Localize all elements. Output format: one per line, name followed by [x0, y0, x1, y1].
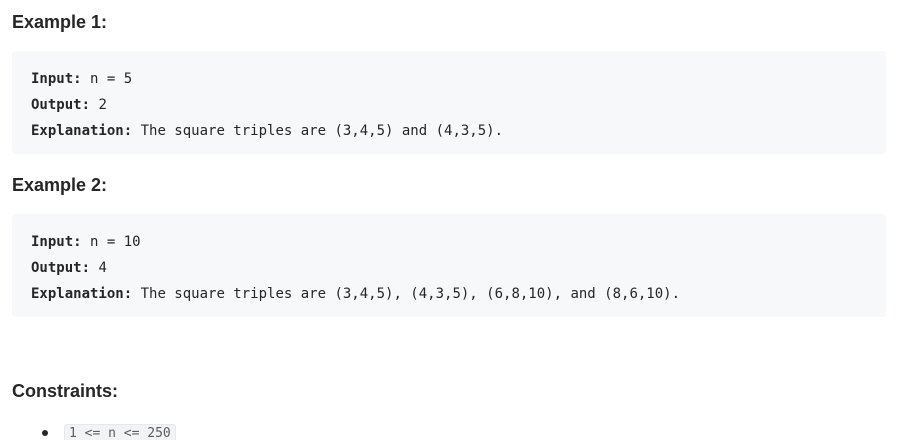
example-2-code-block: Input: n = 10 Output: 4 Explanation: The…	[12, 214, 886, 317]
example-2-heading: Example 2:	[12, 175, 108, 195]
explanation-value: The square triples are (3,4,5) and (4,3,…	[132, 123, 504, 139]
constraints-heading: Constraints:	[12, 381, 119, 401]
input-value: n = 10	[81, 234, 141, 250]
constraints-list: 1 <= n <= 250	[38, 421, 176, 440]
output-value: 2	[90, 97, 107, 113]
input-value: n = 5	[81, 71, 133, 87]
example-1-heading: Example 1:	[12, 12, 108, 32]
bullet-icon	[42, 430, 48, 436]
example-1-output-line: Output: 2	[31, 92, 886, 118]
output-label: Output:	[31, 260, 91, 276]
example-2-input-line: Input: n = 10	[31, 229, 886, 255]
example-1-code-block: Input: n = 5 Output: 2 Explanation: The …	[12, 51, 886, 154]
explanation-label: Explanation:	[31, 123, 133, 139]
example-2-explanation-line: Explanation: The square triples are (3,4…	[31, 281, 886, 307]
output-label: Output:	[31, 97, 91, 113]
constraint-item: 1 <= n <= 250	[38, 421, 176, 440]
constraint-code: 1 <= n <= 250	[64, 424, 176, 440]
example-1-input-line: Input: n = 5	[31, 66, 886, 92]
example-2-output-line: Output: 4	[31, 255, 886, 281]
input-label: Input:	[31, 234, 82, 250]
explanation-label: Explanation:	[31, 286, 133, 302]
explanation-value: The square triples are (3,4,5), (4,3,5),…	[132, 286, 681, 302]
input-label: Input:	[31, 71, 82, 87]
output-value: 4	[90, 260, 107, 276]
example-1-explanation-line: Explanation: The square triples are (3,4…	[31, 118, 886, 144]
